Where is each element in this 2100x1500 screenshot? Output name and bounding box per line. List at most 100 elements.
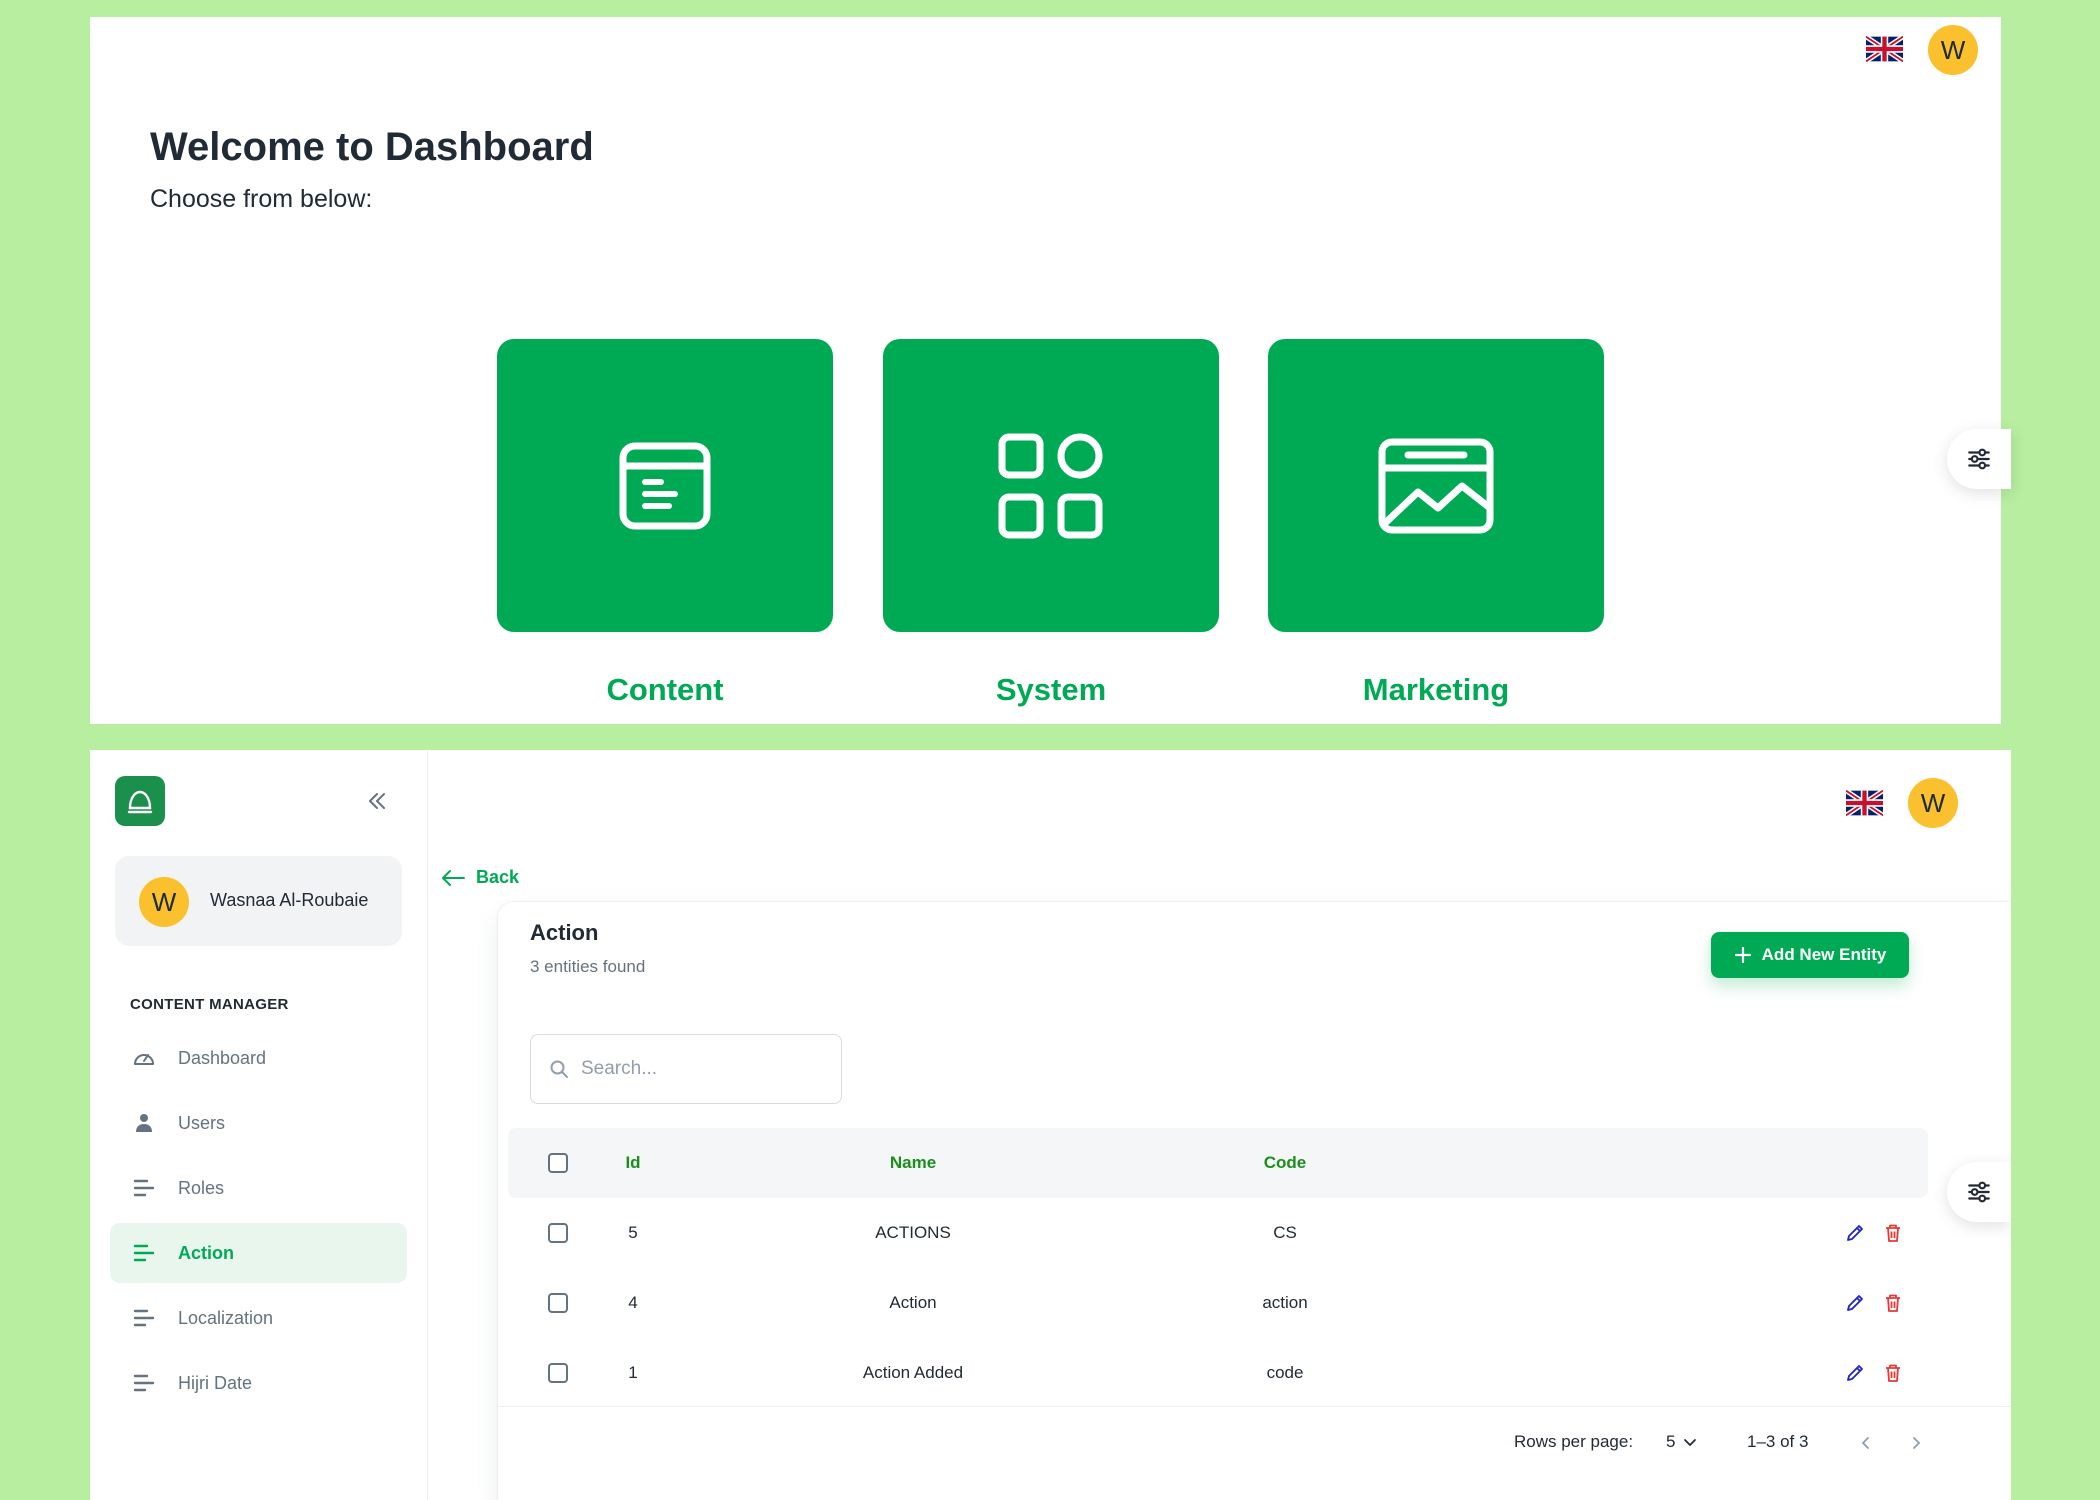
avatar[interactable]: W: [1908, 778, 1958, 828]
sidebar-item-localization[interactable]: Localization: [110, 1288, 407, 1348]
sidebar-item-users[interactable]: Users: [110, 1093, 407, 1153]
row-checkbox[interactable]: [548, 1223, 568, 1243]
select-all-checkbox[interactable]: [548, 1153, 568, 1173]
sidebar-item-label: Roles: [178, 1177, 225, 1198]
entity-card: Action 3 entities found Add New Entity I…: [498, 902, 2011, 1500]
avatar-letter: W: [151, 886, 177, 917]
sidebar-item-label: Localization: [178, 1307, 274, 1328]
delete-button[interactable]: [1878, 1268, 1908, 1338]
avatar: W: [139, 877, 189, 927]
cell-id: 4: [628, 1293, 638, 1312]
sidebar-item-label: Hijri Date: [178, 1372, 253, 1393]
double-chevron-left-icon: [369, 793, 385, 809]
cell-code: CS: [1273, 1223, 1297, 1242]
app-logo[interactable]: [115, 776, 165, 826]
apps-grid-icon: [998, 433, 1103, 538]
row-checkbox[interactable]: [548, 1363, 568, 1383]
row-check-cell: [538, 1268, 578, 1338]
edit-button[interactable]: [1840, 1198, 1870, 1268]
table-row: 4 Action action: [508, 1268, 1928, 1338]
back-link[interactable]: Back: [440, 867, 519, 888]
search-box[interactable]: [530, 1034, 842, 1104]
table-row: 1 Action Added code: [508, 1338, 1928, 1408]
row-check-cell: [538, 1198, 578, 1268]
row-checkbox[interactable]: [548, 1293, 568, 1313]
lines-icon: [130, 1239, 158, 1267]
edit-button[interactable]: [1840, 1268, 1870, 1338]
dashboard-panel: W Welcome to Dashboard Choose from below…: [90, 17, 2011, 724]
add-new-entity-button[interactable]: Add New Entity: [1711, 932, 1909, 978]
column-header-name[interactable]: Name: [788, 1128, 1038, 1198]
marketing-tile-label[interactable]: Marketing: [1268, 672, 1604, 708]
entity-count: 3 entities found: [530, 957, 646, 976]
plus-icon: [1734, 946, 1752, 964]
pencil-icon: [1847, 1225, 1863, 1241]
delete-button[interactable]: [1878, 1338, 1908, 1408]
page-title: Welcome to Dashboard: [150, 125, 594, 169]
cell-code: action: [1262, 1293, 1308, 1312]
sidebar-item-label: Dashboard: [178, 1047, 267, 1068]
next-page-button[interactable]: [1908, 1435, 1924, 1451]
cell-name: Action: [889, 1293, 937, 1312]
add-button-label: Add New Entity: [1761, 945, 1887, 964]
avatar[interactable]: W: [1928, 25, 1978, 75]
content-document-icon: [619, 442, 711, 529]
sidebar-item-label: Users: [178, 1112, 226, 1133]
uk-flag-icon[interactable]: [1846, 790, 1883, 816]
system-tile[interactable]: [883, 339, 1219, 632]
content-tile-label[interactable]: Content: [497, 672, 833, 708]
cell-id: 1: [628, 1363, 638, 1382]
settings-toggle-button[interactable]: [1947, 1162, 2011, 1222]
trash-icon: [1886, 1294, 1900, 1312]
table-footer-divider: [498, 1406, 2011, 1407]
marketing-tile[interactable]: [1268, 339, 1604, 632]
pencil-icon: [1847, 1295, 1863, 1311]
edit-button[interactable]: [1840, 1338, 1870, 1408]
user-icon: [130, 1109, 158, 1137]
table-header: Id Name Code: [508, 1128, 1928, 1198]
sidebar-item-dashboard[interactable]: Dashboard: [110, 1028, 407, 1088]
row-check-cell: [538, 1338, 578, 1408]
settings-toggle-button[interactable]: [1947, 429, 2011, 489]
trash-icon: [1886, 1364, 1900, 1382]
sliders-icon: [1968, 1181, 1990, 1203]
cell-id: 5: [628, 1223, 638, 1242]
sidebar-item-action[interactable]: Action: [110, 1223, 407, 1283]
user-card[interactable]: W Wasnaa Al-Roubaie: [115, 856, 402, 946]
trash-icon: [1886, 1224, 1900, 1242]
chevron-left-icon: [1861, 1437, 1869, 1449]
search-icon: [549, 1059, 569, 1079]
cell-name: ACTIONS: [875, 1223, 951, 1242]
rows-per-page-label: Rows per page:: [1514, 1432, 1634, 1451]
pagination-range: 1–3 of 3: [1747, 1432, 1809, 1451]
page-subtitle: Choose from below:: [150, 185, 373, 213]
sidebar: W Wasnaa Al-Roubaie CONTENT MANAGER Dash…: [90, 750, 428, 1500]
card-title: Action: [530, 920, 599, 945]
sidebar-item-label: Action: [178, 1242, 234, 1263]
uk-flag-icon[interactable]: [1866, 36, 1903, 62]
arrow-left-icon: [442, 869, 465, 886]
system-tile-label[interactable]: System: [883, 672, 1219, 708]
cell-code: code: [1266, 1363, 1304, 1382]
sidebar-item-hijri-date[interactable]: Hijri Date: [110, 1353, 407, 1413]
marketing-chart-icon: [1378, 438, 1494, 533]
delete-button[interactable]: [1878, 1198, 1908, 1268]
speedometer-icon: [130, 1044, 158, 1072]
nav-section-title: CONTENT MANAGER: [130, 996, 289, 1013]
back-label: Back: [476, 867, 520, 887]
logo-icon: [127, 790, 153, 814]
chevron-down-icon: [1684, 1439, 1697, 1447]
user-name: Wasnaa Al-Roubaie: [210, 890, 369, 910]
sidebar-item-roles[interactable]: Roles: [110, 1158, 407, 1218]
search-input[interactable]: [579, 1057, 823, 1081]
content-tile[interactable]: [497, 339, 833, 632]
avatar-letter: W: [1920, 787, 1946, 818]
lines-icon: [130, 1304, 158, 1332]
table-row: 5 ACTIONS CS: [508, 1198, 1928, 1268]
sliders-icon: [1968, 448, 1990, 470]
column-header-code[interactable]: Code: [1215, 1128, 1355, 1198]
previous-page-button[interactable]: [1858, 1435, 1874, 1451]
rows-per-page-select[interactable]: 5: [1666, 1432, 1697, 1452]
collapse-sidebar-button[interactable]: [360, 784, 394, 818]
column-header-id[interactable]: Id: [608, 1128, 658, 1198]
